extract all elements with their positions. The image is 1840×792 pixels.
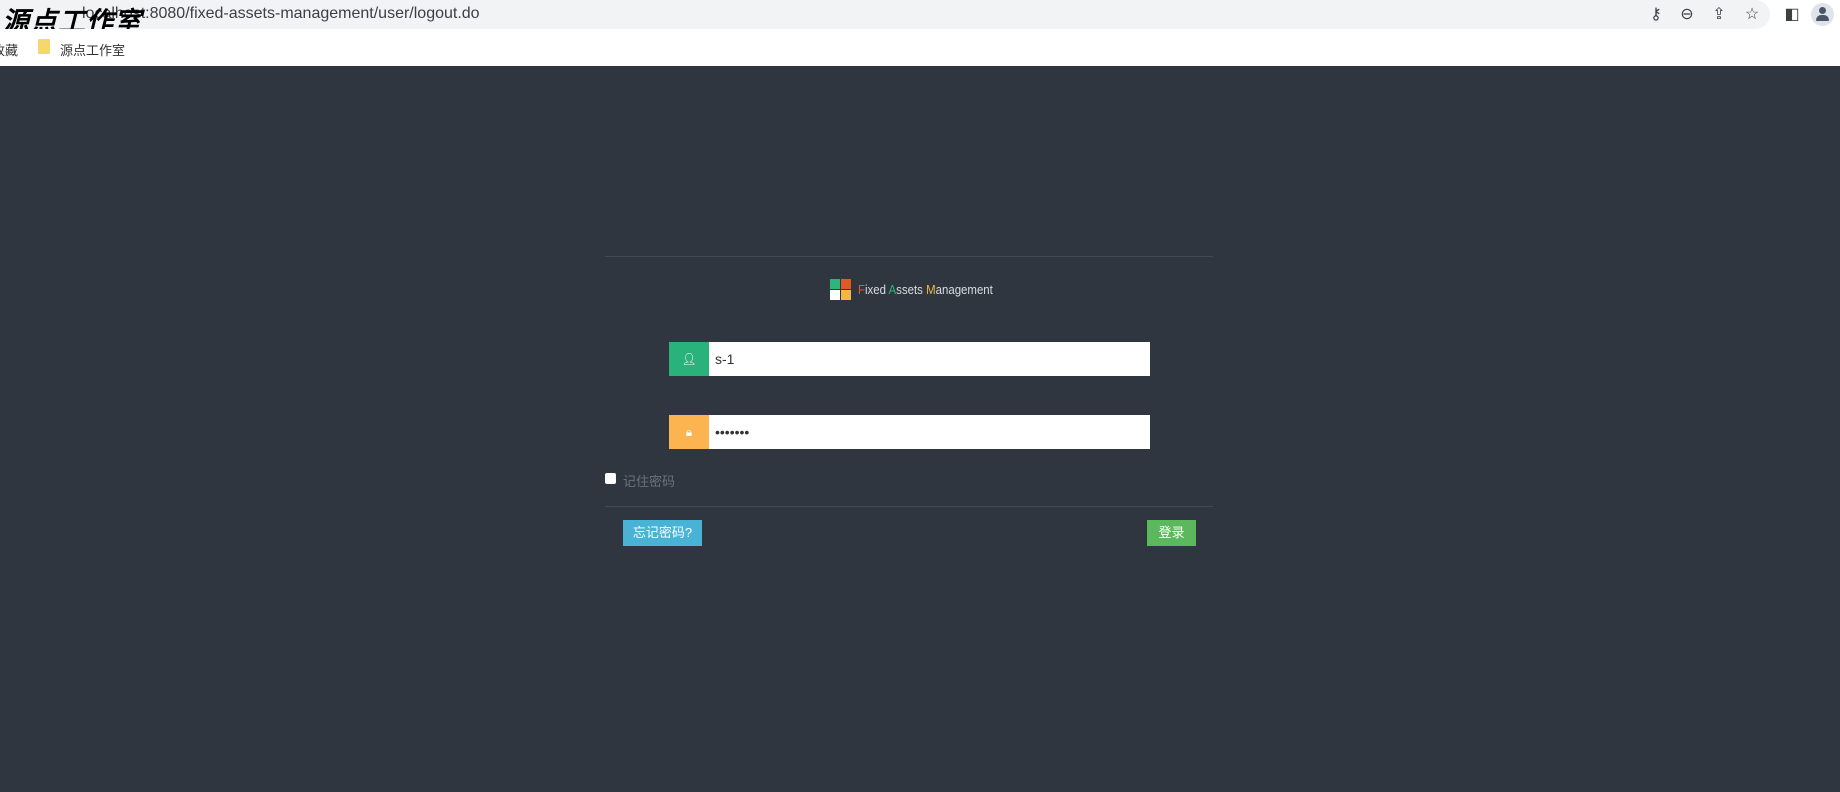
bookmark-favorites[interactable]: 收藏 (0, 40, 18, 59)
profile-icon[interactable] (1811, 3, 1834, 26)
key-icon[interactable]: ⚷ (1646, 5, 1666, 25)
user-icon: 👤︎ (669, 342, 709, 376)
username-input[interactable] (709, 342, 1150, 376)
remember-label[interactable]: 记住密码 (623, 471, 675, 490)
login-button[interactable]: 登录 (1147, 520, 1196, 546)
sidebar-icon[interactable]: ◧ (1782, 5, 1802, 25)
app-title: Fixed Assets Management (858, 282, 993, 297)
remember-checkbox[interactable] (605, 473, 616, 484)
forgot-password-button[interactable]: 忘记密码? (623, 520, 702, 546)
divider-bottom (605, 506, 1213, 507)
username-field: 👤︎ (669, 342, 1150, 376)
divider-top (605, 256, 1213, 257)
lock-icon: 🔒︎ (669, 415, 709, 449)
bookmarks-bar: 收藏 源点工作室 (0, 29, 1840, 66)
bookmark-folder[interactable]: 源点工作室 (60, 40, 125, 59)
folder-icon (38, 39, 50, 54)
address-bar[interactable]: localhost:8080/fixed-assets-management/u… (0, 0, 1770, 29)
password-field: 🔒︎ ••••••• (669, 415, 1150, 449)
logo-icon (830, 279, 851, 300)
share-icon[interactable]: ⇪ (1709, 5, 1729, 25)
star-icon[interactable]: ☆ (1742, 5, 1762, 25)
zoom-out-icon[interactable]: ⊖ (1677, 5, 1697, 25)
password-input[interactable]: ••••••• (709, 415, 1150, 449)
browser-toolbar: localhost:8080/fixed-assets-management/u… (0, 0, 1840, 38)
